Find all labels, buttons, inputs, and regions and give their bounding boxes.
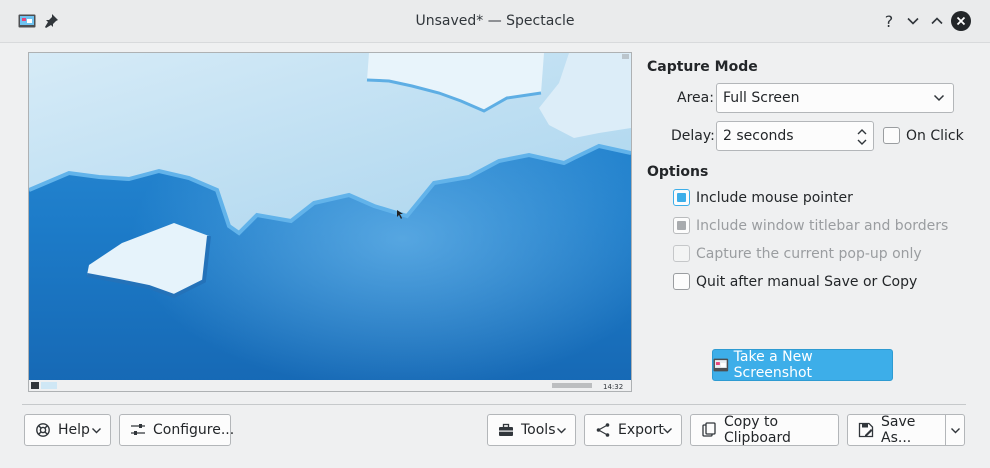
minimize-button[interactable] <box>903 11 923 31</box>
on-click-label: On Click <box>906 127 964 144</box>
area-combobox[interactable]: Full Screen <box>716 83 954 113</box>
chevron-down-icon <box>907 17 919 25</box>
copy-to-clipboard-label: Copy to Clipboard <box>724 414 791 446</box>
close-button[interactable] <box>951 11 971 31</box>
chevron-down-icon <box>663 428 672 434</box>
copy-icon <box>702 422 716 437</box>
option-label: Quit after manual Save or Copy <box>696 273 918 290</box>
help-button[interactable]: Help <box>24 414 111 446</box>
context-help-button[interactable]: ? <box>879 11 899 31</box>
capture-popup-only-checkbox: Capture the current pop-up only <box>673 245 922 262</box>
screenshot-preview[interactable]: 14:32 <box>28 52 632 392</box>
window-title: Unsaved* — Spectacle <box>415 13 575 29</box>
quit-after-save-checkbox[interactable]: Quit after manual Save or Copy <box>673 273 917 290</box>
help-label: Help <box>58 422 90 438</box>
separator <box>22 404 966 405</box>
share-icon <box>596 423 610 437</box>
chevron-up-icon <box>931 17 943 25</box>
take-new-screenshot-label: Take a New Screenshot <box>733 349 813 381</box>
include-titlebar-checkbox: Include window titlebar and borders <box>673 217 948 234</box>
chevron-down-icon <box>557 428 566 434</box>
spectacle-window: Unsaved* — Spectacle ? 14:32 Capture Mod… <box>0 0 990 468</box>
configure-label: Configure... <box>153 422 235 438</box>
preview-image: 14:32 <box>29 53 631 391</box>
delay-label: Delay: <box>671 128 715 144</box>
checkbox-box[interactable] <box>673 189 690 206</box>
screenshot-icon <box>713 358 729 372</box>
option-label: Include mouse pointer <box>696 189 853 206</box>
configure-button[interactable]: Configure... <box>119 414 235 446</box>
maximize-button[interactable] <box>927 11 947 31</box>
chevron-down-icon <box>92 428 101 434</box>
chevron-down-icon <box>933 94 945 102</box>
checkbox-box <box>673 245 690 262</box>
titlebar[interactable]: Unsaved* — Spectacle ? <box>0 0 990 43</box>
capture-mode-heading: Capture Mode <box>647 59 758 75</box>
include-mouse-pointer-checkbox[interactable]: Include mouse pointer <box>673 189 853 206</box>
tools-button[interactable]: Tools <box>487 414 576 446</box>
save-as-button[interactable]: Save As... <box>847 414 946 446</box>
copy-to-clipboard-button[interactable]: Copy to Clipboard <box>690 414 839 446</box>
export-button[interactable]: Export <box>584 414 682 446</box>
option-label: Include window titlebar and borders <box>696 217 949 234</box>
save-options-dropdown[interactable] <box>945 414 965 446</box>
delay-spinbox[interactable]: 2 seconds <box>716 121 874 151</box>
options-heading: Options <box>647 164 709 180</box>
help-lifebuoy-icon <box>36 423 50 437</box>
option-label: Capture the current pop-up only <box>696 245 922 262</box>
save-as-label: Save As... <box>881 414 916 446</box>
area-label: Area: <box>677 90 714 106</box>
area-value: Full Screen <box>723 90 800 106</box>
tools-label: Tools <box>521 422 556 438</box>
toolbox-icon <box>499 423 513 436</box>
delay-value: 2 seconds <box>723 128 794 144</box>
on-click-checkbox[interactable]: On Click <box>883 127 964 144</box>
spin-arrows-icon[interactable] <box>857 126 867 148</box>
preview-clock: 14:32 <box>603 383 623 391</box>
chevron-down-icon <box>951 428 960 434</box>
sliders-icon <box>131 424 145 435</box>
checkbox-box[interactable] <box>673 273 690 290</box>
take-new-screenshot-button[interactable]: Take a New Screenshot <box>712 349 893 381</box>
checkbox-box <box>673 217 690 234</box>
export-label: Export <box>618 422 664 438</box>
checkbox-box[interactable] <box>883 127 900 144</box>
save-as-icon <box>858 422 874 438</box>
close-icon <box>956 16 966 26</box>
